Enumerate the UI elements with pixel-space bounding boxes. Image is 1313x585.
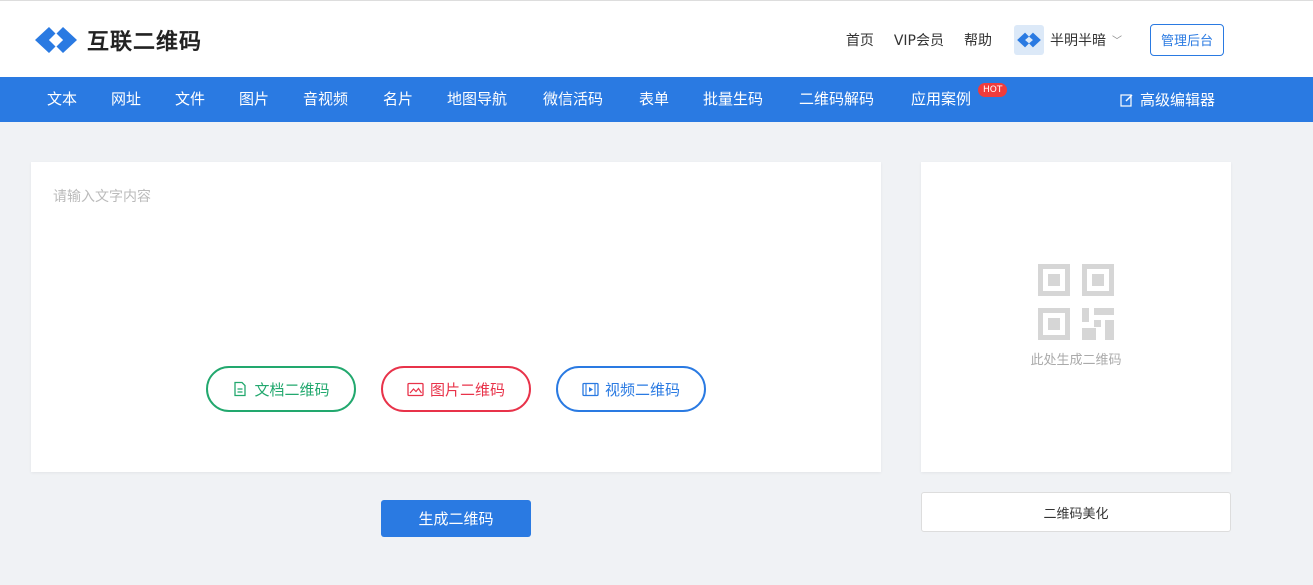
tab-cases[interactable]: 应用案例	[911, 77, 971, 122]
video-qr-button[interactable]: 视频二维码	[556, 366, 706, 412]
tab-file[interactable]: 文件	[175, 77, 205, 122]
avatar	[1013, 24, 1044, 55]
qr-placeholder-hint: 此处生成二维码	[1030, 353, 1122, 368]
admin-button[interactable]: 管理后台	[1149, 23, 1224, 56]
tab-batch[interactable]: 批量生码	[703, 77, 763, 122]
tab-form[interactable]: 表单	[639, 77, 669, 122]
category-tabs: 文本 网址 文件 图片 音视频 名片 地图导航 微信活码 表单 批量生码 二维码…	[0, 77, 1313, 122]
edit-icon	[1120, 93, 1133, 107]
top-nav: 首页 VIP会员 帮助 半明半暗 ﹀ 管理后台	[846, 1, 1313, 78]
chevron-down-icon: ﹀	[1111, 36, 1122, 47]
user-menu[interactable]: 半明半暗 ﹀	[1013, 24, 1122, 55]
user-name: 半明半暗	[1049, 32, 1106, 49]
logo[interactable]: 互联二维码	[33, 23, 202, 57]
qr-preview-panel: 此处生成二维码	[921, 162, 1231, 472]
advanced-editor-label: 高级编辑器	[1139, 91, 1215, 109]
nav-link-vip[interactable]: VIP会员	[894, 30, 944, 50]
tab-url[interactable]: 网址	[111, 77, 141, 122]
doc-qr-label: 文档二维码	[254, 380, 330, 399]
generate-qr-button[interactable]: 生成二维码	[381, 500, 531, 537]
advanced-editor-link[interactable]: 高级编辑器	[1120, 77, 1215, 122]
nav-link-home[interactable]: 首页	[846, 30, 874, 50]
qr-beautify-button[interactable]: 二维码美化	[921, 492, 1231, 532]
header: 互联二维码 首页 VIP会员 帮助 半明半暗 ﹀ 管理后台	[0, 0, 1313, 77]
qr-placeholder-icon	[1038, 264, 1114, 340]
document-icon	[234, 381, 247, 397]
video-icon	[582, 382, 599, 396]
tab-audio-video[interactable]: 音视频	[303, 77, 348, 122]
tab-image[interactable]: 图片	[239, 77, 269, 122]
avatar-logo-icon	[1017, 32, 1041, 47]
video-qr-label: 视频二维码	[604, 380, 680, 399]
tab-text[interactable]: 文本	[47, 77, 77, 122]
logo-icon	[35, 27, 77, 53]
tab-map-navigation[interactable]: 地图导航	[447, 77, 507, 122]
image-icon	[407, 382, 424, 396]
brand-name: 互联二维码	[87, 30, 203, 55]
nav-link-help[interactable]: 帮助	[964, 30, 992, 50]
tab-decode[interactable]: 二维码解码	[799, 77, 874, 122]
hot-badge: HOT	[978, 83, 1008, 97]
tab-business-card[interactable]: 名片	[383, 77, 413, 122]
tab-wechat-live-code[interactable]: 微信活码	[543, 77, 603, 122]
doc-qr-button[interactable]: 文档二维码	[206, 366, 356, 412]
text-editor-card: 文档二维码 图片二维码 视频二维码	[31, 162, 881, 472]
image-qr-label: 图片二维码	[429, 380, 505, 399]
image-qr-button[interactable]: 图片二维码	[381, 366, 531, 412]
text-content-input[interactable]	[45, 182, 865, 352]
